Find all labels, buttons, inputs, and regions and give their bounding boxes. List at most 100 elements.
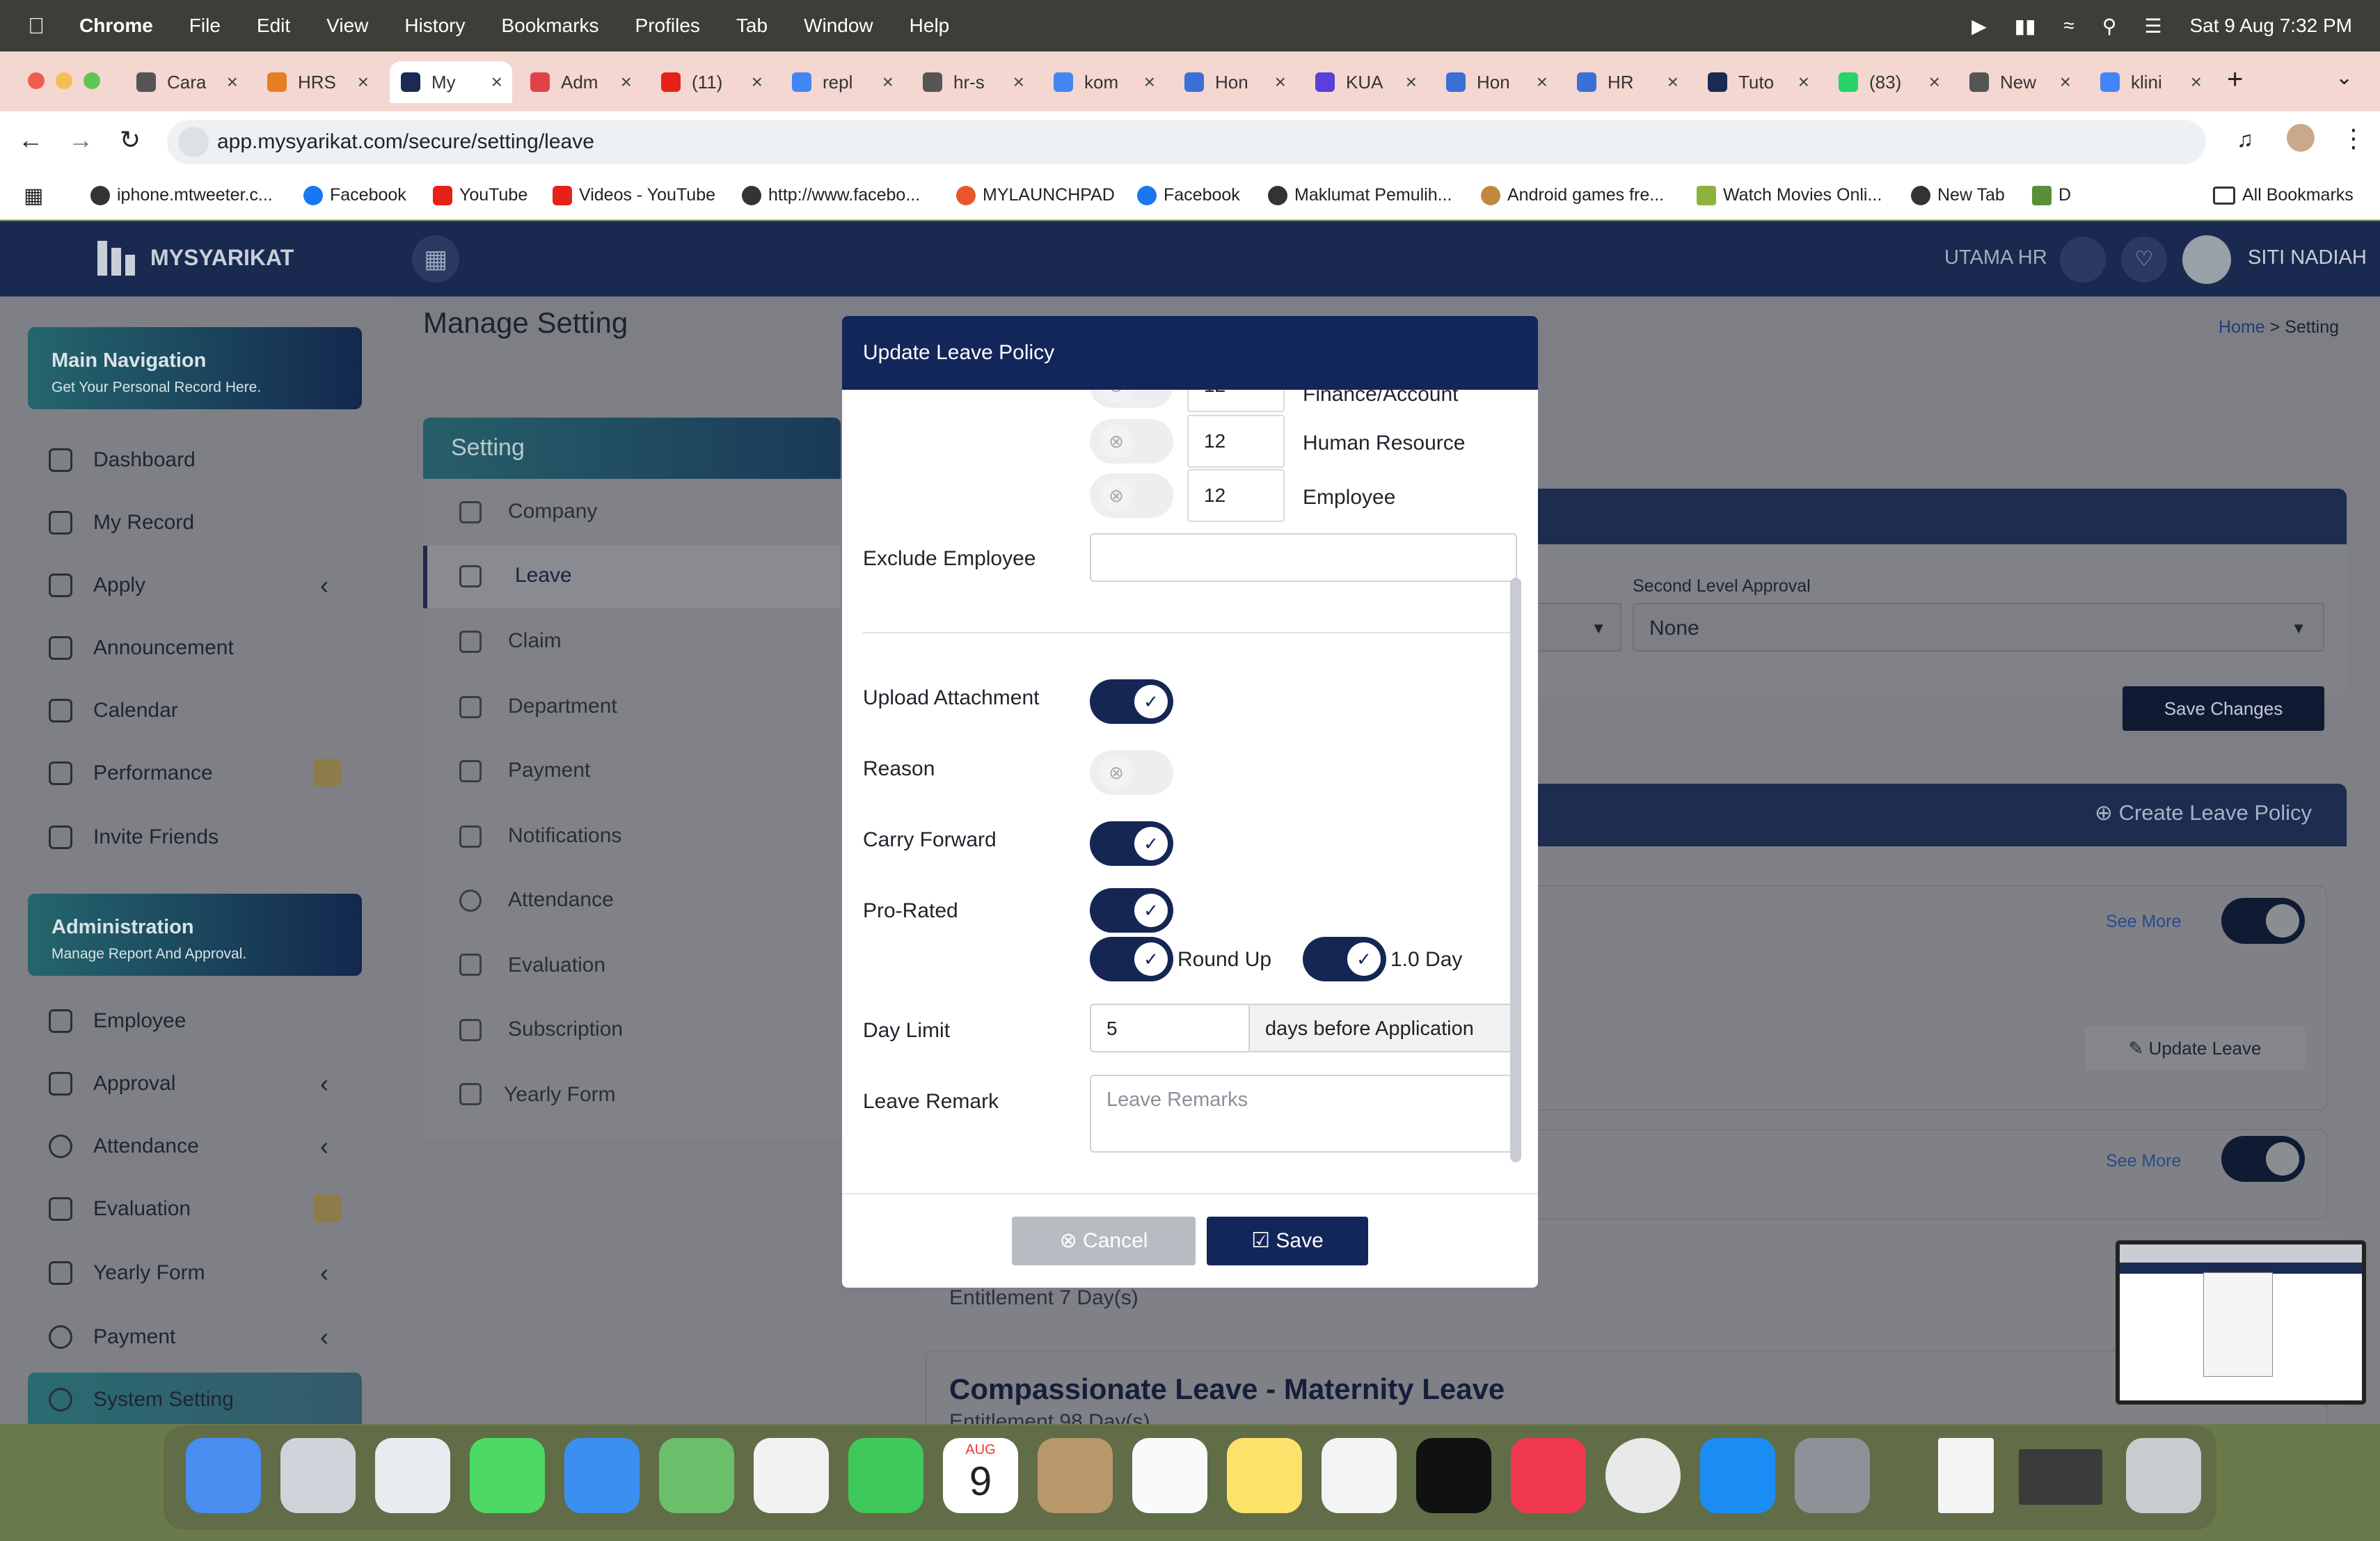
dept-days-finance[interactable]: 12 — [1187, 390, 1285, 412]
sidebar-item-employee[interactable]: Employee — [49, 1009, 186, 1033]
sidebar-item-announcement[interactable]: Announcement — [49, 636, 234, 660]
browser-tab[interactable]: HR × — [1577, 61, 1688, 103]
setting-item-yearly-form[interactable]: Yearly Form — [504, 1083, 616, 1107]
user-name[interactable]: SITI NADIAH — [2248, 246, 2367, 269]
sidebar-item-payment[interactable]: Payment ‹ — [49, 1322, 328, 1351]
bookmark[interactable]: YouTube — [433, 185, 527, 205]
media-icon[interactable]: ♫ — [2237, 127, 2253, 152]
sidebar-item-approval[interactable]: Approval ‹ — [49, 1069, 328, 1098]
control-center-icon[interactable]: ☰ — [2144, 15, 2161, 38]
see-more-link[interactable]: See More — [2106, 912, 2181, 932]
browser-tab[interactable]: Hon × — [1184, 61, 1296, 103]
browser-tab[interactable]: KUA × — [1315, 61, 1427, 103]
bookmark[interactable]: Videos - YouTube — [553, 185, 715, 205]
system-settings-icon[interactable] — [1795, 1438, 1870, 1513]
bookmark[interactable]: Facebook — [1137, 185, 1240, 205]
calendar-icon[interactable]: AUG 9 — [943, 1438, 1018, 1513]
second-level-select[interactable]: None ▼ — [1633, 603, 2324, 651]
datetime[interactable]: Sat 9 Aug 7:32 PM — [2190, 15, 2353, 37]
menu-profiles[interactable]: Profiles — [635, 15, 700, 37]
browser-tab[interactable]: Cara × — [136, 61, 248, 103]
recent-item-icon[interactable] — [2019, 1449, 2102, 1505]
sidebar-item-attendance[interactable]: Attendance ‹ — [49, 1132, 328, 1160]
maps-icon[interactable] — [659, 1438, 734, 1513]
approval-select-partial[interactable]: ▼ — [1537, 603, 1621, 651]
browser-tab[interactable]: klini × — [2100, 61, 2212, 103]
one-day-toggle[interactable]: ✓ — [1303, 937, 1386, 981]
policy-active-toggle[interactable] — [2221, 898, 2305, 944]
notes-icon[interactable] — [1227, 1438, 1302, 1513]
play-icon[interactable]: ▶ — [1972, 15, 1987, 38]
dept-days-hr[interactable]: 12 — [1187, 415, 1285, 468]
browser-tab[interactable]: Tuto × — [1708, 61, 1819, 103]
freeform-icon[interactable] — [1322, 1438, 1397, 1513]
sidebar-item-dashboard[interactable]: Dashboard — [49, 448, 196, 472]
tab-search-button[interactable]: ⌄ — [2335, 65, 2353, 90]
apple-tv-icon[interactable] — [1416, 1438, 1491, 1513]
reason-toggle[interactable]: ⊗ — [1090, 750, 1173, 795]
bell-icon[interactable]: ♡ — [2121, 237, 2167, 283]
setting-item-department[interactable]: Department — [508, 695, 617, 718]
search-icon[interactable]: ⚲ — [2102, 15, 2117, 38]
menu-file[interactable]: File — [189, 15, 221, 37]
setting-item-claim[interactable]: Claim — [508, 629, 562, 653]
setting-item-subscription[interactable]: Subscription — [508, 1018, 623, 1041]
profile-avatar[interactable] — [2287, 124, 2315, 152]
reload-icon[interactable]: ↻ — [120, 125, 141, 155]
mail-icon[interactable] — [564, 1438, 640, 1513]
exclude-employee-input[interactable] — [1090, 533, 1517, 582]
setting-item-company[interactable]: Company — [508, 500, 597, 523]
apple-icon[interactable]:  — [28, 13, 45, 39]
site-info-icon[interactable] — [178, 127, 209, 157]
leave-remark-textarea[interactable]: Leave Remarks — [1090, 1075, 1517, 1153]
menu-history[interactable]: History — [404, 15, 465, 37]
building-icon[interactable] — [2060, 237, 2106, 283]
dept-toggle-finance[interactable]: ⊗ — [1090, 390, 1173, 408]
reminders-icon[interactable] — [1132, 1438, 1207, 1513]
breadcrumb-home[interactable]: Home — [2219, 317, 2265, 337]
browser-tab[interactable]: New × — [1969, 61, 2081, 103]
menu-tab[interactable]: Tab — [736, 15, 768, 37]
sidebar-item-performance[interactable]: Performance — [49, 759, 341, 787]
modal-scrollbar[interactable] — [1510, 578, 1521, 1162]
menu-help[interactable]: Help — [910, 15, 950, 37]
app-store-icon[interactable] — [1700, 1438, 1775, 1513]
menu-bookmarks[interactable]: Bookmarks — [501, 15, 598, 37]
see-more-link[interactable]: See More — [2106, 1151, 2181, 1171]
setting-item-evaluation[interactable]: Evaluation — [508, 954, 605, 977]
grid-icon[interactable]: ▦ — [412, 235, 459, 283]
menu-edit[interactable]: Edit — [257, 15, 290, 37]
browser-tab[interactable]: repl × — [792, 61, 903, 103]
sidebar-item-yearly-form[interactable]: Yearly Form ‹ — [49, 1258, 328, 1287]
update-leave-button[interactable]: ✎ Update Leave — [2085, 1026, 2305, 1070]
address-bar[interactable]: app.mysyarikat.com/secure/setting/leave — [167, 120, 2206, 164]
wifi-icon[interactable]: ≈ — [2064, 15, 2074, 37]
browser-tab-active[interactable]: My × — [390, 61, 512, 103]
app-menu[interactable]: Chrome — [79, 15, 153, 37]
sidebar-item-invite-friends[interactable]: Invite Friends — [49, 825, 219, 849]
setting-item-payment[interactable]: Payment — [508, 759, 590, 782]
browser-tab[interactable]: (83) × — [1839, 61, 1950, 103]
browser-tab[interactable]: hr-s × — [923, 61, 1034, 103]
browser-tab[interactable]: (11) × — [661, 61, 772, 103]
cancel-button[interactable]: ⊗ Cancel — [1012, 1217, 1196, 1265]
policy-active-toggle[interactable] — [2221, 1136, 2305, 1182]
bookmark[interactable]: Maklumat Pemulih... — [1268, 185, 1452, 205]
bookmark[interactable]: Android games fre... — [1481, 185, 1664, 205]
screenshot-thumbnail[interactable] — [2116, 1240, 2366, 1405]
all-bookmarks[interactable]: All Bookmarks — [2213, 185, 2354, 205]
bookmark[interactable]: MYLAUNCHPAD — [956, 185, 1115, 205]
messages-icon[interactable] — [470, 1438, 545, 1513]
carry-forward-toggle[interactable]: ✓ — [1090, 821, 1173, 866]
launchpad-icon[interactable] — [280, 1438, 356, 1513]
more-icon[interactable]: ⋮ — [2341, 124, 2366, 153]
bookmark[interactable]: Watch Movies Onli... — [1697, 185, 1882, 205]
save-changes-button[interactable]: Save Changes — [2123, 686, 2324, 731]
setting-item-attendance[interactable]: Attendance — [508, 888, 614, 912]
sidebar-item-calendar[interactable]: Calendar — [49, 699, 178, 722]
sidebar-item-system-setting[interactable]: System Setting — [49, 1388, 234, 1412]
document-icon[interactable] — [1938, 1438, 1994, 1513]
round-up-toggle[interactable]: ✓ — [1090, 937, 1173, 981]
bookmark[interactable]: http://www.facebo... — [742, 185, 920, 205]
day-limit-input[interactable]: 5 — [1090, 1004, 1250, 1052]
